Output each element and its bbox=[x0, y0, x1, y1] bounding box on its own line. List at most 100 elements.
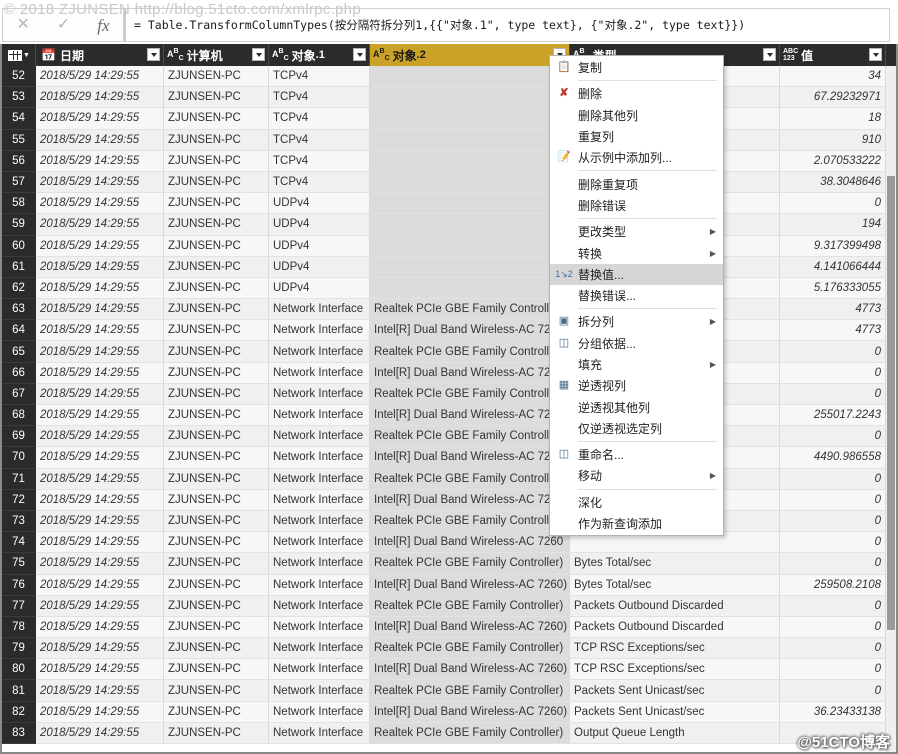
cell-date[interactable]: 2018/5/29 14:29:55 bbox=[36, 320, 164, 342]
cell-obj2[interactable] bbox=[370, 171, 570, 194]
cell-value[interactable]: 0 bbox=[780, 341, 886, 363]
cell-type[interactable]: Packets Sent Unicast/sec bbox=[570, 701, 780, 723]
table-row[interactable]: 58 2018/5/29 14:29:55 ZJUNSEN-PC UDPv4 0 bbox=[2, 193, 896, 215]
cell-value[interactable]: 0 bbox=[780, 489, 886, 511]
row-number-cell[interactable]: 68 bbox=[2, 405, 36, 427]
filter-dropdown-type[interactable] bbox=[763, 48, 776, 61]
table-row[interactable]: 72 2018/5/29 14:29:55 ZJUNSEN-PC Network In… bbox=[2, 489, 896, 511]
cell-computer[interactable]: ZJUNSEN-PC bbox=[164, 532, 269, 554]
cell-obj2[interactable] bbox=[370, 87, 570, 109]
cell-computer[interactable]: ZJUNSEN-PC bbox=[164, 193, 269, 215]
table-row[interactable]: 64 2018/5/29 14:29:55 ZJUNSEN-PC Network In… bbox=[2, 320, 896, 342]
row-number-cell[interactable]: 81 bbox=[2, 680, 36, 702]
cell-obj1[interactable]: Network Interface bbox=[269, 638, 370, 660]
cell-date[interactable]: 2018/5/29 14:29:55 bbox=[36, 595, 164, 617]
row-number-cell[interactable]: 57 bbox=[2, 171, 36, 194]
cell-computer[interactable]: ZJUNSEN-PC bbox=[164, 66, 269, 88]
table-row[interactable]: 75 2018/5/29 14:29:55 ZJUNSEN-PC Network In… bbox=[2, 553, 896, 575]
cell-obj1[interactable]: TCPv4 bbox=[269, 129, 370, 151]
cell-date[interactable]: 2018/5/29 14:29:55 bbox=[36, 701, 164, 723]
row-number-cell[interactable]: 82 bbox=[2, 701, 36, 723]
table-row[interactable]: 80 2018/5/29 14:29:55 ZJUNSEN-PC Network In… bbox=[2, 659, 896, 681]
cell-value[interactable]: 9.317399498 bbox=[780, 235, 886, 257]
cell-obj1[interactable]: TCPv4 bbox=[269, 171, 370, 194]
cell-obj1[interactable]: TCPv4 bbox=[269, 150, 370, 172]
cell-obj2[interactable]: Realtek PCIe GBE Family Controller) bbox=[370, 553, 570, 575]
cell-obj1[interactable]: Network Interface bbox=[269, 426, 370, 448]
cell-computer[interactable]: ZJUNSEN-PC bbox=[164, 405, 269, 427]
table-row[interactable]: 81 2018/5/29 14:29:55 ZJUNSEN-PC Network In… bbox=[2, 680, 896, 702]
cell-obj2[interactable] bbox=[370, 256, 570, 278]
row-number-cell[interactable]: 74 bbox=[2, 532, 36, 554]
row-number-cell[interactable]: 78 bbox=[2, 616, 36, 639]
cell-value[interactable]: 2.070533222 bbox=[780, 150, 886, 172]
table-row[interactable]: 69 2018/5/29 14:29:55 ZJUNSEN-PC Network In… bbox=[2, 426, 896, 448]
cell-obj2[interactable]: Intel[R] Dual Band Wireless-AC 7260) bbox=[370, 616, 570, 639]
cell-date[interactable]: 2018/5/29 14:29:55 bbox=[36, 341, 164, 363]
cell-obj1[interactable]: Network Interface bbox=[269, 299, 370, 321]
cell-obj2[interactable]: Intel[R] Dual Band Wireless-AC 7260 bbox=[370, 447, 570, 469]
cell-obj1[interactable]: Network Interface bbox=[269, 680, 370, 702]
table-row[interactable]: 74 2018/5/29 14:29:55 ZJUNSEN-PC Network In… bbox=[2, 532, 896, 554]
cell-obj1[interactable]: UDPv4 bbox=[269, 256, 370, 278]
row-number-cell[interactable]: 69 bbox=[2, 426, 36, 448]
cell-obj2[interactable]: Realtek PCIe GBE Family Controller) bbox=[370, 468, 570, 490]
cell-date[interactable]: 2018/5/29 14:29:55 bbox=[36, 383, 164, 405]
cell-obj2[interactable] bbox=[370, 193, 570, 215]
cell-obj1[interactable]: UDPv4 bbox=[269, 193, 370, 215]
cell-date[interactable]: 2018/5/29 14:29:55 bbox=[36, 680, 164, 702]
cell-date[interactable]: 2018/5/29 14:29:55 bbox=[36, 616, 164, 639]
cell-obj2[interactable]: Realtek PCIe GBE Family Controller) bbox=[370, 510, 570, 533]
menu-item[interactable]: ✘ 删除 bbox=[550, 83, 723, 104]
cell-date[interactable]: 2018/5/29 14:29:55 bbox=[36, 235, 164, 257]
cell-obj2[interactable] bbox=[370, 150, 570, 172]
cell-date[interactable]: 2018/5/29 14:29:55 bbox=[36, 532, 164, 554]
cell-obj1[interactable]: Network Interface bbox=[269, 362, 370, 384]
table-row[interactable]: 63 2018/5/29 14:29:55 ZJUNSEN-PC Network In… bbox=[2, 299, 896, 321]
filter-dropdown-computer[interactable] bbox=[252, 48, 265, 61]
cell-obj1[interactable]: Network Interface bbox=[269, 447, 370, 469]
cell-obj1[interactable]: Network Interface bbox=[269, 405, 370, 427]
cell-value[interactable]: 18 bbox=[780, 108, 886, 130]
cell-type[interactable]: Packets Outbound Discarded bbox=[570, 616, 780, 639]
cell-obj1[interactable]: Network Interface bbox=[269, 659, 370, 681]
row-number-cell[interactable]: 73 bbox=[2, 510, 36, 533]
cell-obj1[interactable]: UDPv4 bbox=[269, 214, 370, 236]
cell-value[interactable]: 194 bbox=[780, 214, 886, 236]
cell-date[interactable]: 2018/5/29 14:29:55 bbox=[36, 722, 164, 744]
insert-function-icon[interactable]: fx bbox=[92, 15, 114, 36]
row-number-cell[interactable]: 54 bbox=[2, 108, 36, 130]
row-number-cell[interactable]: 52 bbox=[2, 66, 36, 88]
cell-obj2[interactable]: Realtek PCIe GBE Family Controller) bbox=[370, 680, 570, 702]
cell-type[interactable]: TCP RSC Exceptions/sec bbox=[570, 638, 780, 660]
table-row[interactable]: 82 2018/5/29 14:29:55 ZJUNSEN-PC Network In… bbox=[2, 701, 896, 723]
table-row[interactable]: 78 2018/5/29 14:29:55 ZJUNSEN-PC Network In… bbox=[2, 616, 896, 639]
cell-type[interactable]: Bytes Total/sec bbox=[570, 553, 780, 575]
cell-computer[interactable]: ZJUNSEN-PC bbox=[164, 574, 269, 596]
cell-value[interactable]: 910 bbox=[780, 129, 886, 151]
cell-date[interactable]: 2018/5/29 14:29:55 bbox=[36, 256, 164, 278]
cell-computer[interactable]: ZJUNSEN-PC bbox=[164, 129, 269, 151]
cell-date[interactable]: 2018/5/29 14:29:55 bbox=[36, 638, 164, 660]
cell-date[interactable]: 2018/5/29 14:29:55 bbox=[36, 405, 164, 427]
cell-computer[interactable]: ZJUNSEN-PC bbox=[164, 383, 269, 405]
menu-item[interactable]: 删除错误 bbox=[550, 195, 723, 216]
cell-obj1[interactable]: TCPv4 bbox=[269, 108, 370, 130]
cell-value[interactable]: 0 bbox=[780, 680, 886, 702]
column-header-obj1[interactable]: ABC 对象 .1 bbox=[269, 44, 370, 66]
cell-computer[interactable]: ZJUNSEN-PC bbox=[164, 553, 269, 575]
cell-computer[interactable]: ZJUNSEN-PC bbox=[164, 595, 269, 617]
cell-computer[interactable]: ZJUNSEN-PC bbox=[164, 256, 269, 278]
cell-value[interactable]: 4490.986558 bbox=[780, 447, 886, 469]
cell-computer[interactable]: ZJUNSEN-PC bbox=[164, 171, 269, 194]
cell-value[interactable]: 0 bbox=[780, 638, 886, 660]
row-number-cell[interactable]: 80 bbox=[2, 659, 36, 681]
cell-date[interactable]: 2018/5/29 14:29:55 bbox=[36, 66, 164, 88]
row-number-cell[interactable]: 79 bbox=[2, 638, 36, 660]
cell-computer[interactable]: ZJUNSEN-PC bbox=[164, 150, 269, 172]
cell-obj2[interactable]: Intel[R] Dual Band Wireless-AC 7260 bbox=[370, 405, 570, 427]
cell-obj1[interactable]: TCPv4 bbox=[269, 87, 370, 109]
cell-computer[interactable]: ZJUNSEN-PC bbox=[164, 659, 269, 681]
cell-obj2[interactable] bbox=[370, 214, 570, 236]
cell-obj2[interactable]: Intel[R] Dual Band Wireless-AC 7260 bbox=[370, 362, 570, 384]
